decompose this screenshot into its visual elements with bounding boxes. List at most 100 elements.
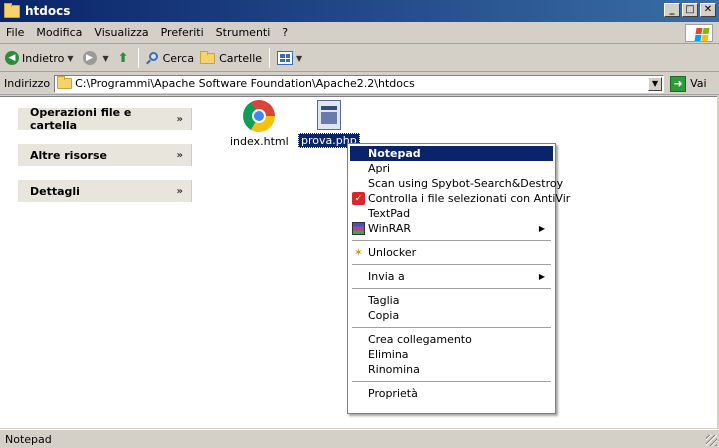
menu-item-unlocker[interactable]: ✶ Unlocker (350, 245, 553, 260)
folder-icon (4, 2, 20, 18)
forward-button[interactable]: ▶ ▼ (80, 47, 115, 69)
menu-item-label: Elimina (368, 348, 409, 361)
menu-file[interactable]: File (0, 26, 30, 39)
menu-item-spybot-scan[interactable]: Scan using Spybot-Search&Destroy (350, 176, 563, 191)
menu-item-label: Apri (368, 162, 391, 175)
window-title: htdocs (25, 4, 71, 18)
menu-item-label: Rinomina (368, 363, 420, 376)
submenu-arrow-icon: ▶ (538, 224, 545, 233)
minimize-button[interactable]: _ (664, 3, 680, 17)
menu-bar: File Modifica Visualizza Preferiti Strum… (0, 22, 719, 44)
go-arrow-icon: ➜ (670, 75, 687, 92)
file-item-index-html[interactable]: index.html (228, 100, 291, 148)
go-button[interactable]: ➜ Vai (670, 75, 707, 92)
task-pane: Operazioni file e cartella » Altre risor… (18, 106, 192, 216)
toolbar-separator (137, 48, 139, 68)
menu-item-winrar[interactable]: WinRAR ▶ (350, 221, 553, 236)
back-arrow-icon: ◀ (5, 51, 19, 65)
address-bar: Indirizzo C:\Programmi\Apache Software F… (0, 73, 719, 95)
chevron-down-icon[interactable]: ▼ (67, 54, 73, 63)
menu-strumenti[interactable]: Strumenti (210, 26, 277, 39)
status-text: Notepad (5, 432, 52, 446)
menu-item-textpad[interactable]: TextPad (350, 206, 553, 221)
menu-item-label: WinRAR (368, 222, 412, 235)
menu-preferiti[interactable]: Preferiti (155, 26, 210, 39)
views-button[interactable]: ▼ (274, 47, 308, 69)
menu-separator (352, 240, 551, 241)
menu-item-label: Unlocker (368, 246, 417, 259)
menu-item-label: Notepad (368, 147, 421, 160)
up-arrow-icon: ⬆ (117, 50, 129, 66)
chevron-double-down-icon[interactable]: » (177, 150, 183, 161)
address-input[interactable]: C:\Programmi\Apache Software Foundation\… (54, 74, 665, 93)
file-item-prova-php[interactable]: prova.php (298, 100, 360, 148)
menu-item-label: Crea collegamento (368, 333, 472, 346)
menu-modifica[interactable]: Modifica (30, 26, 88, 39)
menu-separator (352, 327, 551, 328)
toolbar: ◀ Indietro ▼ ▶ ▼ ⬆ Cerca Cartelle ▼ (0, 45, 719, 72)
menu-item-label: TextPad (368, 207, 411, 220)
unlocker-icon: ✶ (353, 246, 364, 259)
title-bar[interactable]: htdocs _ □ ✕ (0, 0, 719, 22)
folder-icon (57, 76, 73, 89)
toolbar-separator (269, 48, 271, 68)
up-folder-button[interactable]: ⬆ (115, 47, 134, 69)
chevron-down-icon[interactable]: ▼ (103, 54, 109, 63)
menu-item-label: Copia (368, 309, 400, 322)
file-name: index.html (230, 135, 289, 148)
menu-visualizza[interactable]: Visualizza (88, 26, 154, 39)
windows-logo-icon (685, 24, 713, 42)
panel-title: Altre risorse (30, 148, 107, 162)
views-icon (277, 51, 294, 65)
back-label: Indietro (22, 51, 65, 65)
menu-item-taglia[interactable]: Taglia (350, 293, 553, 308)
address-label: Indirizzo (4, 77, 51, 90)
chevron-double-down-icon[interactable]: » (177, 114, 183, 125)
address-path: C:\Programmi\Apache Software Foundation\… (75, 77, 415, 90)
menu-separator (352, 264, 551, 265)
panel-file-folder-tasks[interactable]: Operazioni file e cartella » (18, 106, 192, 132)
chrome-icon (243, 100, 276, 132)
search-button[interactable]: Cerca (143, 47, 198, 69)
menu-item-elimina[interactable]: Elimina (350, 347, 553, 362)
menu-item-label: Taglia (368, 294, 400, 307)
menu-item-proprieta[interactable]: Proprietà (350, 386, 553, 401)
menu-item-notepad[interactable]: Notepad (350, 146, 553, 161)
maximize-button[interactable]: □ (682, 3, 698, 17)
window-controls: _ □ ✕ (664, 3, 716, 17)
search-icon (145, 51, 159, 65)
menu-item-apri[interactable]: Apri (350, 161, 553, 176)
address-dropdown-button[interactable]: ▼ (648, 76, 663, 91)
php-file-icon (316, 100, 341, 130)
folders-label: Cartelle (219, 51, 263, 65)
menu-item-label: Proprietà (368, 387, 418, 400)
panel-other-places[interactable]: Altre risorse » (18, 144, 192, 166)
forward-arrow-icon: ▶ (82, 51, 97, 65)
submenu-arrow-icon: ▶ (538, 272, 545, 281)
context-menu: Notepad Apri Scan using Spybot-Search&De… (347, 143, 570, 414)
menu-item-rinomina[interactable]: Rinomina (350, 362, 553, 377)
panel-title: Dettagli (30, 184, 80, 198)
menu-item-label: Controlla i file selezionati con AntiVir (368, 192, 571, 205)
folder-icon (200, 50, 216, 64)
status-bar: Notepad (0, 429, 719, 448)
menu-item-invia-a[interactable]: Invia a ▶ (350, 269, 553, 284)
menu-item-label: Invia a (368, 270, 405, 283)
chevron-double-down-icon[interactable]: » (177, 186, 183, 197)
menu-item-label: Scan using Spybot-Search&Destroy (368, 177, 564, 190)
panel-title: Operazioni file e cartella (30, 106, 132, 132)
menu-item-copia[interactable]: Copia (350, 308, 553, 323)
close-button[interactable]: ✕ (700, 3, 716, 17)
back-button[interactable]: ◀ Indietro ▼ (2, 47, 80, 69)
menu-separator (352, 288, 551, 289)
winrar-icon (352, 222, 365, 235)
menu-item-antivir[interactable]: ✓ Controlla i file selezionati con AntiV… (350, 191, 570, 206)
panel-details[interactable]: Dettagli » (18, 180, 192, 202)
chevron-down-icon[interactable]: ▼ (296, 54, 302, 63)
menu-item-crea-collegamento[interactable]: Crea collegamento (350, 332, 553, 347)
search-label: Cerca (162, 51, 195, 65)
go-label: Vai (690, 77, 707, 90)
folders-button[interactable]: Cartelle (197, 47, 265, 69)
resize-grip-icon[interactable] (706, 435, 717, 446)
menu-help[interactable]: ? (276, 26, 294, 39)
